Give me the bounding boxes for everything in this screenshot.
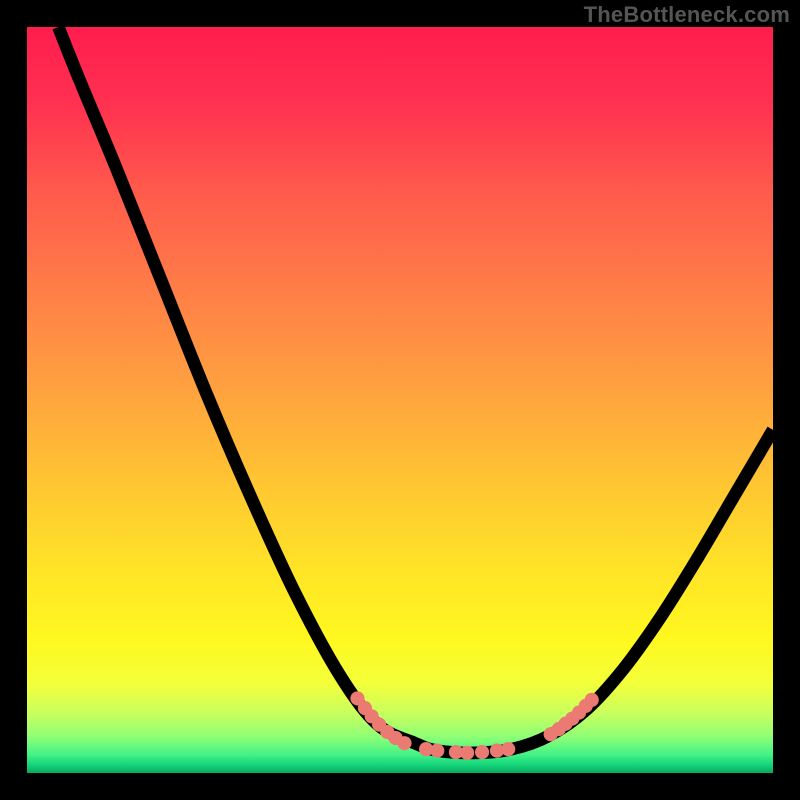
curve-layer bbox=[27, 27, 773, 773]
highlight-dot bbox=[501, 742, 515, 756]
highlight-dot bbox=[460, 746, 474, 760]
chart-frame: TheBottleneck.com bbox=[0, 0, 800, 800]
highlight-dot bbox=[397, 736, 411, 750]
highlight-dot bbox=[430, 744, 444, 758]
bottleneck-curve bbox=[58, 27, 773, 753]
watermark-text: TheBottleneck.com bbox=[584, 2, 790, 28]
plot-area bbox=[27, 27, 773, 773]
highlight-dot bbox=[475, 745, 489, 759]
highlight-dot bbox=[585, 693, 599, 707]
